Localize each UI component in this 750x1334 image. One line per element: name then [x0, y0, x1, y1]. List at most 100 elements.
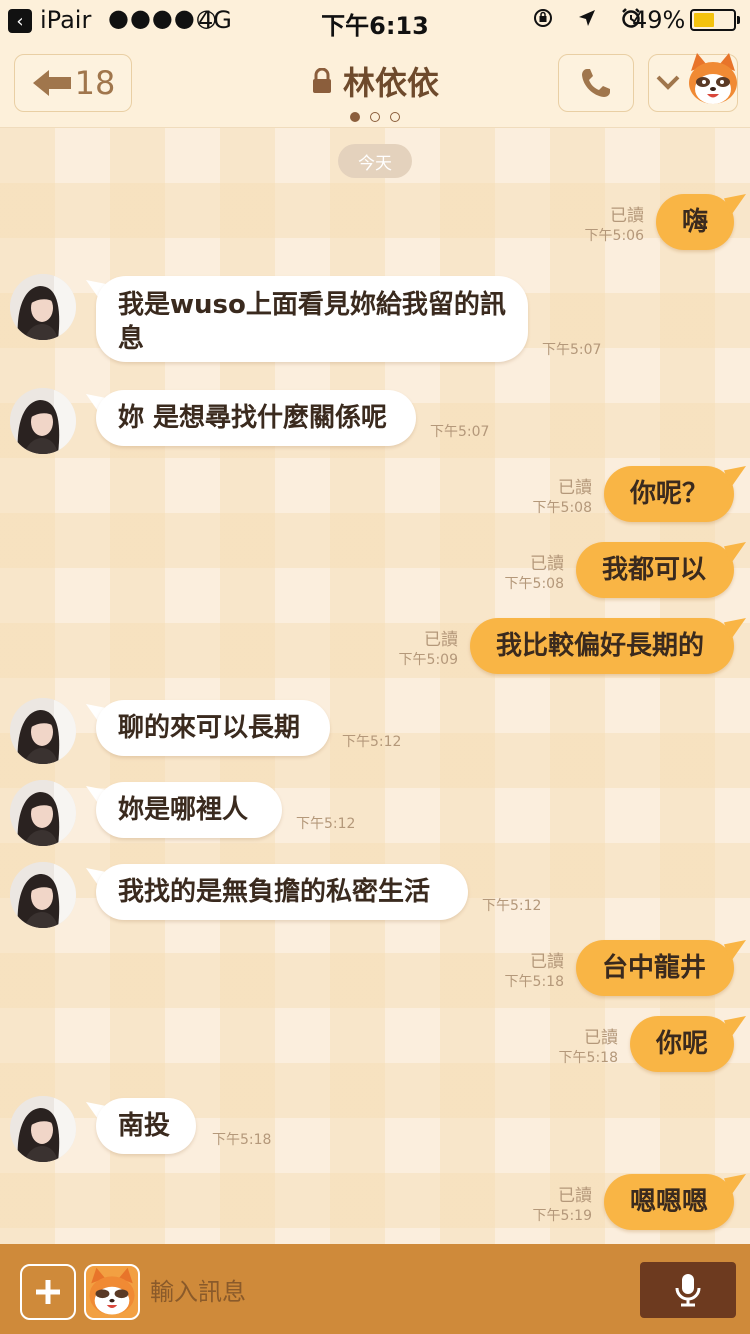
message-time: 下午5:07: [430, 424, 490, 440]
contact-avatar[interactable]: [10, 1096, 76, 1162]
message-time: 下午5:09: [398, 652, 458, 668]
microphone-icon: [675, 1274, 701, 1307]
contact-name: 林依依: [342, 64, 439, 102]
message-text: 南投: [118, 1111, 171, 1141]
message-time: 下午5:18: [558, 1050, 618, 1066]
message-text: 聊的來可以長期: [118, 713, 301, 743]
contact-avatar[interactable]: [10, 274, 76, 340]
message-meta: 已讀 下午5:19: [500, 1186, 592, 1226]
raccoon-mascot-icon: [689, 53, 737, 104]
message-meta: 下午5:07: [542, 340, 601, 360]
incoming-message[interactable]: 我是wuso上面看見妳給我留的訊息: [96, 276, 528, 362]
chat-header: 18 林依依: [0, 40, 750, 128]
message-time: 下午5:07: [542, 342, 602, 358]
contact-avatar[interactable]: [10, 862, 76, 928]
outgoing-message[interactable]: 你呢: [630, 1016, 734, 1072]
message-time: 下午5:12: [342, 734, 402, 750]
add-attachment-button[interactable]: [20, 1264, 76, 1320]
date-separator: 今天: [338, 144, 412, 178]
message-time: 下午5:06: [584, 228, 644, 244]
system-icons: [532, 5, 642, 30]
message-input[interactable]: [150, 1266, 620, 1318]
page-dot[interactable]: [370, 111, 380, 122]
message-meta: 已讀 下午5:18: [472, 952, 564, 992]
message-text: 你呢: [656, 1029, 709, 1059]
message-time: 下午5:12: [482, 898, 542, 914]
avatar-photo: [10, 698, 76, 764]
message-time: 下午5:12: [296, 816, 356, 832]
read-receipt: 已讀: [610, 206, 644, 226]
avatar-photo: [10, 1096, 76, 1162]
outgoing-message[interactable]: 嗯嗯嗯: [604, 1174, 734, 1230]
avatar-photo: [10, 780, 76, 846]
lock-icon: [312, 68, 331, 93]
outgoing-message[interactable]: 嗨: [656, 194, 734, 250]
battery-percent: 49%: [632, 6, 686, 34]
outgoing-message[interactable]: 我比較偏好長期的: [470, 618, 734, 674]
voice-record-button[interactable]: [640, 1262, 736, 1318]
message-time: 下午5:18: [504, 974, 564, 990]
avatar-photo: [10, 388, 76, 454]
read-receipt: 已讀: [558, 478, 592, 498]
unread-count: 18: [74, 64, 116, 102]
message-meta: 已讀 下午5:18: [526, 1028, 618, 1068]
back-button[interactable]: 18: [14, 54, 132, 112]
chat-area[interactable]: 今天 已讀 下午5:06 嗨 我是wuso上面看見妳給我留的訊息 下午5:07 …: [0, 128, 750, 1244]
incoming-message[interactable]: 我找的是無負擔的私密生活: [96, 864, 468, 920]
message-text: 台中龍井: [602, 953, 707, 983]
incoming-message[interactable]: 南投: [96, 1098, 196, 1154]
message-meta: 下午5:07: [430, 422, 489, 442]
read-receipt: 已讀: [530, 952, 564, 972]
message-meta: 下午5:12: [296, 814, 355, 834]
page-dot[interactable]: [390, 111, 400, 122]
outgoing-message[interactable]: 台中龍井: [576, 940, 734, 996]
message-meta: 已讀 下午5:08: [472, 554, 564, 594]
menu-button[interactable]: [648, 53, 738, 112]
plus-icon: [36, 1280, 60, 1304]
message-text: 嗨: [682, 207, 709, 237]
read-receipt: 已讀: [530, 554, 564, 574]
message-meta: 下午5:12: [482, 896, 541, 916]
incoming-message[interactable]: 妳 是想尋找什麼關係呢: [96, 390, 416, 446]
contact-avatar[interactable]: [10, 698, 76, 764]
message-text: 嗯嗯嗯: [630, 1187, 709, 1217]
message-meta: 已讀 下午5:08: [500, 478, 592, 518]
location-icon: [579, 10, 595, 26]
status-bar: ‹ iPair ●●●●○ 4G 下午6:13 49%: [0, 0, 750, 40]
message-input-bar: [0, 1244, 750, 1334]
back-arrow-icon: [32, 70, 71, 96]
message-time: 下午5:08: [532, 500, 592, 516]
raccoon-sticker-icon: [89, 1267, 135, 1315]
outgoing-message[interactable]: 我都可以: [576, 542, 734, 598]
message-text: 我是wuso上面看見妳給我留的訊息: [118, 290, 506, 354]
contact-avatar[interactable]: [10, 388, 76, 454]
page-indicator: [0, 106, 750, 125]
battery-icon: [690, 9, 740, 31]
incoming-message[interactable]: 聊的來可以長期: [96, 700, 330, 756]
message-meta: 已讀 下午5:06: [556, 206, 644, 246]
message-time: 下午5:08: [504, 576, 564, 592]
message-meta: 下午5:18: [212, 1130, 271, 1150]
message-meta: 下午5:12: [342, 732, 401, 752]
incoming-message[interactable]: 妳是哪裡人: [96, 782, 282, 838]
contact-avatar[interactable]: [10, 780, 76, 846]
contact-title[interactable]: 林依依: [200, 58, 550, 104]
read-receipt: 已讀: [424, 630, 458, 650]
rotation-lock-icon: [534, 9, 552, 27]
message-text: 我都可以: [602, 555, 707, 585]
phone-icon: [582, 69, 610, 97]
page-dot[interactable]: [350, 111, 360, 122]
sticker-button[interactable]: [84, 1264, 140, 1320]
message-text: 我找的是無負擔的私密生活: [118, 877, 431, 907]
message-time: 下午5:19: [532, 1208, 592, 1224]
outgoing-message[interactable]: 你呢？: [604, 466, 734, 522]
read-receipt: 已讀: [584, 1028, 618, 1048]
message-text: 妳 是想尋找什麼關係呢: [118, 403, 388, 433]
message-text: 你呢？: [630, 479, 709, 509]
avatar-photo: [10, 862, 76, 928]
read-receipt: 已讀: [558, 1186, 592, 1206]
message-time: 下午5:18: [212, 1132, 272, 1148]
message-meta: 已讀 下午5:09: [366, 630, 458, 670]
message-text: 我比較偏好長期的: [496, 631, 705, 661]
call-button[interactable]: [558, 54, 634, 112]
